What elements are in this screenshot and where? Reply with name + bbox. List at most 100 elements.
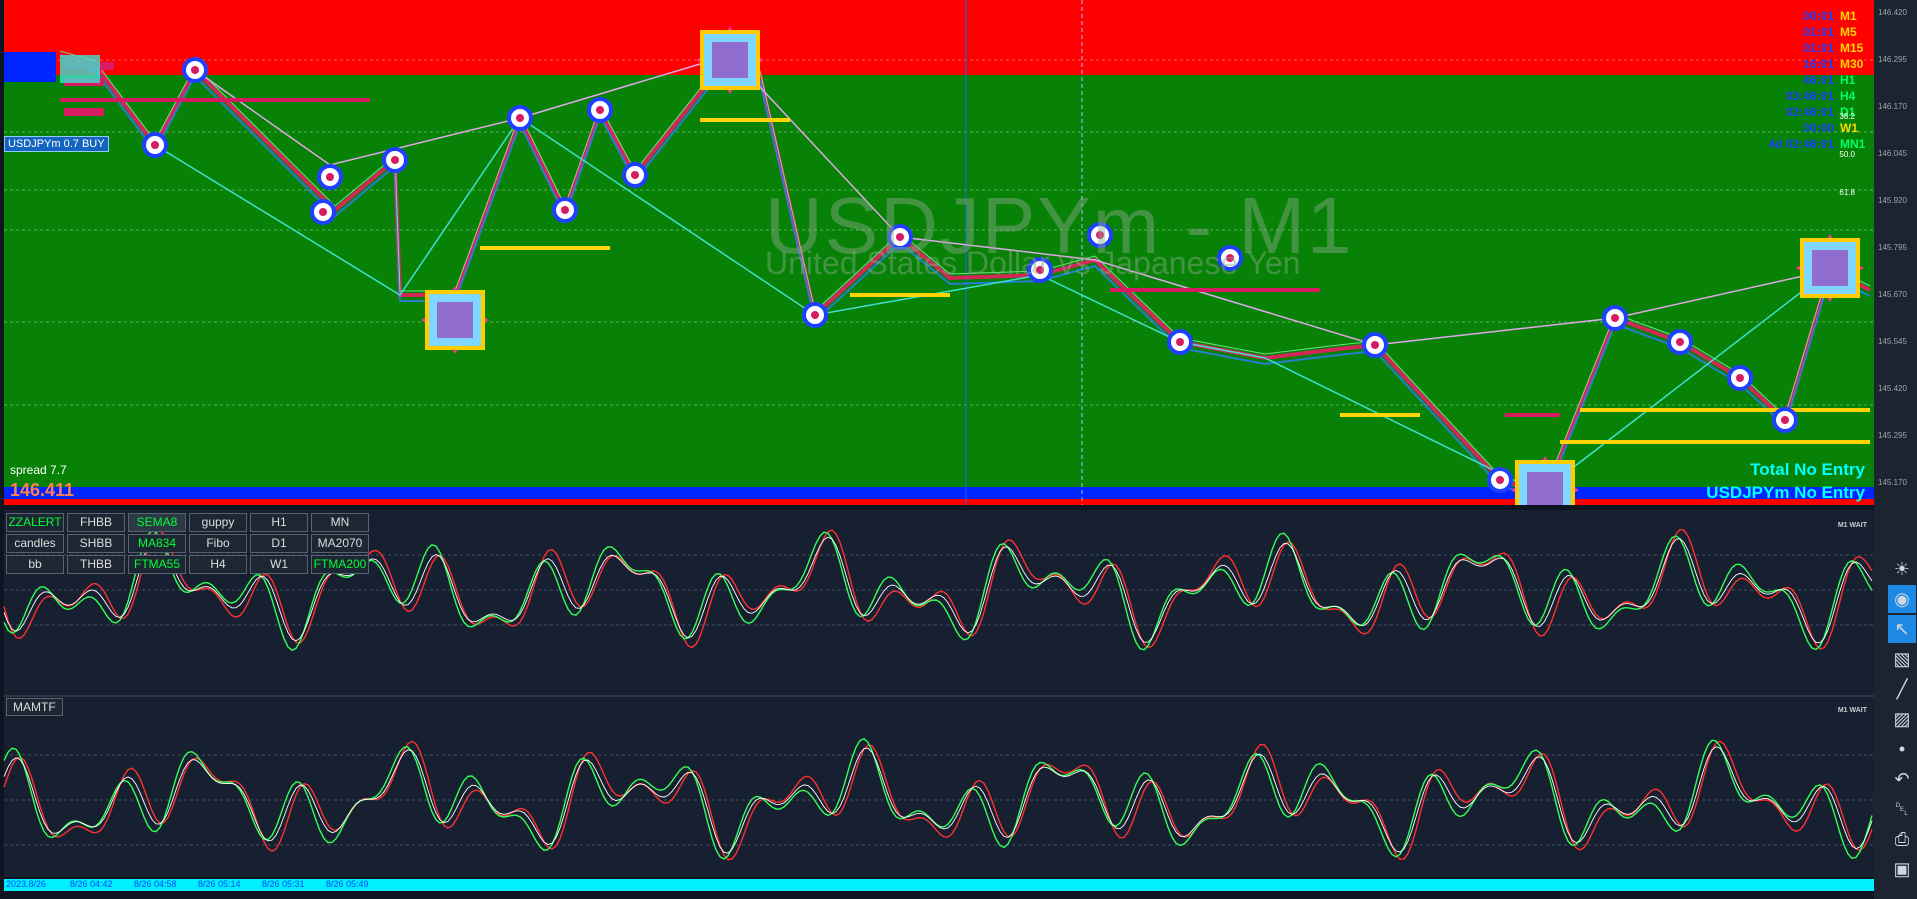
indicator-button-ma834[interactable]: MA834	[128, 534, 186, 553]
time-tick-label: 8/26 05:49	[326, 879, 369, 889]
time-tick-label: 8/26 05:14	[198, 879, 241, 889]
price-tick-label: 145.920	[1878, 196, 1907, 205]
indicator-button-ftma200[interactable]: FTMA200	[311, 555, 369, 574]
zigzag-line	[154, 116, 1831, 494]
indicator-button-ma2070[interactable]: MA2070	[311, 534, 369, 553]
timeframe-row: 01:01 M15	[1744, 40, 1864, 56]
indicator-button-guppy[interactable]: guppy	[189, 513, 247, 532]
price-tick-label: 145.420	[1878, 384, 1907, 393]
countdown-time: 16:01	[1803, 57, 1834, 71]
countdown-time: 00:01	[1803, 9, 1834, 23]
timeframe-countdown-panel: 00:01 M1 01:01 M5 01:01 M15 16:01 M30 46:01 H1 03:…	[1744, 8, 1866, 152]
timeframe-name: M5	[1840, 25, 1857, 39]
pivot-dot	[391, 156, 399, 164]
pivot-dot	[319, 208, 327, 216]
price-tick-label: 146.420	[1878, 8, 1907, 17]
fibo-level-label: 61.8	[1839, 188, 1855, 197]
countdown-time: 02:46:01	[1785, 105, 1834, 119]
signal-box-inner	[437, 302, 473, 338]
ruler-icon[interactable]: ▨	[1888, 705, 1916, 733]
signal-box-inner	[712, 42, 748, 78]
pivot-dot	[561, 206, 569, 214]
indicator-button-shbb[interactable]: SHBB	[67, 534, 125, 553]
pivot-dot	[1736, 374, 1744, 382]
pivot-dot	[1611, 314, 1619, 322]
price-tick-label: 145.170	[1878, 478, 1907, 487]
pivot-dot	[596, 106, 604, 114]
indicator-button-h4[interactable]: H4	[189, 555, 247, 574]
countdown-time: 46:01	[1803, 73, 1834, 87]
price-tick-label: 145.795	[1878, 243, 1907, 252]
countdown-time: 00:00	[1803, 121, 1834, 135]
pivot-dot	[811, 311, 819, 319]
fibo-level-label: 38.2	[1839, 112, 1855, 121]
info-block	[60, 55, 100, 83]
pivot-dot	[631, 171, 639, 179]
signal-box-inner	[1527, 472, 1563, 505]
indicator-button-thbb[interactable]: THBB	[67, 555, 125, 574]
price-tick-label: 146.045	[1878, 149, 1907, 158]
timeframe-row: 00:00 W1	[1744, 120, 1864, 136]
osc2-white-line	[3, 746, 1873, 854]
price-tick-label: 145.545	[1878, 337, 1907, 346]
buy-badge[interactable]: USDJPYm 0.7 BUY	[4, 136, 109, 152]
wait-label-2: M1 WAIT	[1837, 707, 1867, 714]
indicator-button-sema8[interactable]: SEMA8	[128, 513, 186, 532]
timeframe-row: 46:01 H1	[1744, 72, 1864, 88]
indicator-button-w1[interactable]: W1	[250, 555, 308, 574]
pivot-dot	[516, 114, 524, 122]
indicator-button-candles[interactable]: candles	[6, 534, 64, 553]
pivot-dot	[1676, 338, 1684, 346]
price-tick-label: 146.170	[1878, 102, 1907, 111]
lightbulb-icon[interactable]: ☀	[1888, 555, 1916, 583]
pivot-dot	[1496, 476, 1504, 484]
price-tick-label: 145.670	[1878, 290, 1907, 299]
countdown-time: 03:46:01	[1785, 89, 1834, 103]
eraser-icon[interactable]: ▧	[1888, 645, 1916, 673]
undo-icon[interactable]: ↶	[1888, 765, 1916, 793]
fibo-level-label: 50.0	[1839, 150, 1855, 159]
osc2-red-line	[3, 740, 1873, 861]
time-tick-label: 8/26 05:31	[262, 879, 305, 889]
price-tick-label: 145.295	[1878, 431, 1907, 440]
countdown-time: 01:01	[1803, 41, 1834, 55]
print-icon[interactable]: ⎙	[1888, 825, 1916, 853]
timeframe-name: H4	[1840, 89, 1856, 103]
time-tick-label: 8/26 04:42	[70, 879, 113, 889]
camera-icon[interactable]: ▣	[1888, 855, 1916, 883]
trash-icon[interactable]: ␡	[1888, 795, 1916, 823]
line-icon[interactable]: ╱	[1888, 675, 1916, 703]
indicator-button-ftma55[interactable]: FTMA55	[128, 555, 186, 574]
pivot-dot	[1176, 338, 1184, 346]
indicator-button-h1[interactable]: H1	[250, 513, 308, 532]
total-entry-status: Total No Entry	[1750, 460, 1865, 479]
pivot-dot	[326, 173, 334, 181]
signal-box-inner	[1812, 250, 1848, 286]
indicator-button-mn[interactable]: MN	[311, 513, 369, 532]
osc2-green-line	[3, 737, 1873, 860]
timeframe-name: W1	[1840, 121, 1858, 135]
indicator-button-d1[interactable]: D1	[250, 534, 308, 553]
info-block	[4, 52, 56, 82]
indicator-button-zzalert[interactable]: ZZALERT	[6, 513, 64, 532]
timeframe-row: 00:01 M1	[1744, 8, 1864, 24]
indicator-button-fhbb[interactable]: FHBB	[67, 513, 125, 532]
time-tick-label: 8/26 04:58	[134, 879, 177, 889]
pivot-dot	[151, 141, 159, 149]
mamtf-button[interactable]: MAMTF	[6, 698, 63, 716]
timeframe-name: M1	[1840, 9, 1857, 23]
cursor-icon[interactable]: ↖	[1888, 615, 1916, 643]
pivot-dot	[191, 66, 199, 74]
time-tick-label: 2023.8/26	[6, 879, 47, 889]
dot-icon[interactable]: •	[1888, 735, 1916, 763]
timeframe-row: 03:46:01 H4	[1744, 88, 1864, 104]
countdown-time: 01:01	[1803, 25, 1834, 39]
indicator-button-bb[interactable]: bb	[6, 555, 64, 574]
spread-label: spread 7.7	[10, 463, 67, 477]
current-price: 146.411	[10, 480, 75, 500]
eye-icon[interactable]: ◉	[1888, 585, 1916, 613]
indicator-button-fibo[interactable]: Fibo	[189, 534, 247, 553]
indicator-button-grid: ZZALERT FHBB SEMA8 guppy H1 MN candles SHBB MA83…	[6, 513, 369, 574]
wait-label-1: M1 WAIT	[1837, 522, 1867, 529]
timeframe-row: 16:01 M30	[1744, 56, 1864, 72]
